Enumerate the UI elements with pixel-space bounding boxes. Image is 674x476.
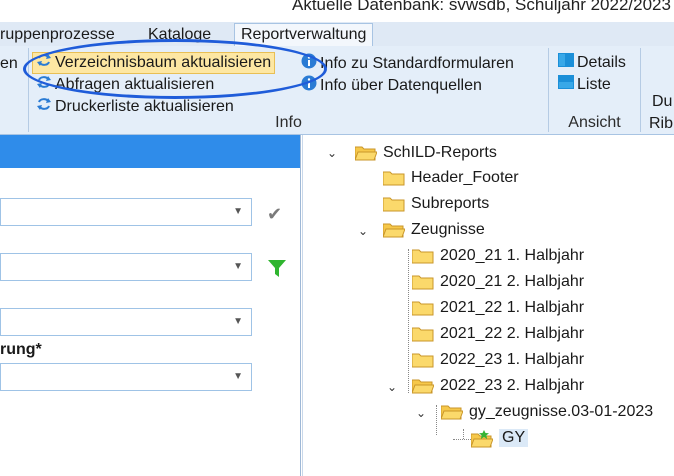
chevron-down-icon: ▼ xyxy=(233,261,243,272)
folder-icon xyxy=(412,326,434,342)
info-standard-forms-label: Info zu Standardformularen xyxy=(320,55,514,72)
refresh-queries-label: Abfragen aktualisieren xyxy=(55,76,215,93)
open-folder-star-icon xyxy=(471,430,493,448)
partial-right-label-1[interactable]: Du xyxy=(652,92,672,112)
ribbon-group-partial-right: Du Rib xyxy=(641,48,674,132)
filter-funnel-icon[interactable] xyxy=(268,260,286,283)
tree-connector xyxy=(436,405,437,435)
tree-node-halbjahr[interactable]: 2020_21 1. Halbjahr xyxy=(412,244,584,268)
tree-node-label: 2020_21 2. Halbjahr xyxy=(440,273,585,290)
tree-node-halbjahr[interactable]: 2022_23 1. Halbjahr xyxy=(412,348,584,372)
open-folder-icon xyxy=(441,404,463,420)
list-view-icon xyxy=(558,75,574,95)
tree-node-label: SchILD-Reports xyxy=(383,144,497,161)
filter-combo-3[interactable]: ▼ xyxy=(0,308,252,336)
details-view-label: Details xyxy=(577,54,626,71)
list-view-button[interactable]: Liste xyxy=(558,75,611,95)
open-folder-icon xyxy=(383,222,405,238)
folder-icon xyxy=(412,248,434,264)
tree-node-halbjahr[interactable]: 2022_23 2. Halbjahr xyxy=(412,374,584,398)
tree-node-label: 2021_22 2. Halbjahr xyxy=(440,325,585,342)
tab-kataloge[interactable]: Kataloge xyxy=(148,24,211,45)
chevron-down-icon: ▼ xyxy=(233,316,243,327)
folder-icon xyxy=(383,170,405,186)
ribbon-group-partial-left: en xyxy=(0,48,29,132)
tree-node-label: 2022_23 1. Halbjahr xyxy=(440,351,585,368)
folder-icon xyxy=(412,274,434,290)
chevron-down-icon[interactable]: ⌄ xyxy=(358,224,372,238)
info-data-sources-button[interactable]: Info über Datenquellen xyxy=(301,75,482,97)
info-group-label: Info xyxy=(275,114,302,131)
chevron-down-icon[interactable]: ⌄ xyxy=(387,380,401,394)
refresh-directory-tree-label: Verzeichnisbaum aktualisieren xyxy=(55,54,272,71)
tab-reportverwaltung[interactable]: Reportverwaltung xyxy=(234,23,374,47)
info-standard-forms-button[interactable]: Info zu Standardformularen xyxy=(301,53,514,75)
tree-node-label: Zeugnisse xyxy=(411,221,485,238)
tree-node-label: GY xyxy=(499,429,529,447)
tree-node-schild-reports[interactable]: SchILD-Reports xyxy=(355,141,497,165)
title-bar: Aktuelle Datenbank: svwsdb, Schuljahr 20… xyxy=(0,0,674,22)
tree-connector xyxy=(463,429,464,439)
ribbon-tab-row: ruppenprozesse Kataloge Reportverwaltung xyxy=(0,22,674,47)
refresh-queries-button[interactable]: Abfragen aktualisieren xyxy=(36,75,214,95)
partial-right-label-2: Rib xyxy=(649,115,674,132)
view-group-label: Ansicht xyxy=(568,114,621,131)
checkmark-icon[interactable]: ✔ xyxy=(267,204,282,225)
folder-icon xyxy=(412,352,434,368)
tree-node-halbjahr[interactable]: 2021_22 1. Halbjahr xyxy=(412,296,584,320)
chevron-down-icon: ▼ xyxy=(233,206,243,217)
info-icon xyxy=(301,75,317,97)
tree-node-label: 2022_23 2. Halbjahr xyxy=(440,377,585,394)
ribbon-group-view: Details Liste Ansicht xyxy=(549,48,641,132)
tree-node-halbjahr[interactable]: 2020_21 2. Halbjahr xyxy=(412,270,584,294)
chevron-down-icon: ▼ xyxy=(233,371,243,382)
tree-node-label: Header_Footer xyxy=(411,169,519,186)
folder-icon xyxy=(383,196,405,212)
left-panel: ▼ ✔ ▼ ▼ rung* ▼ xyxy=(0,135,301,476)
open-folder-icon xyxy=(355,145,377,161)
tree-node-zeugnisse[interactable]: Zeugnisse xyxy=(383,218,485,242)
tree-connector xyxy=(453,439,471,440)
field-label-partial: rung* xyxy=(0,341,42,358)
database-status: Aktuelle Datenbank: svwsdb, Schuljahr 20… xyxy=(292,0,671,14)
tab-gruppenprozesse[interactable]: ruppenprozesse xyxy=(0,24,115,45)
partial-left-button[interactable]: en xyxy=(0,54,18,74)
tree-node-label: 2020_21 1. Halbjahr xyxy=(440,247,585,264)
report-tree-panel: ⌄ SchILD-Reports Header_Footer Subreport… xyxy=(302,135,674,476)
tree-node-label: 2021_22 1. Halbjahr xyxy=(440,299,585,316)
tree-node-label: gy_zeugnisse.03-01-2023 xyxy=(469,403,654,420)
filter-combo-1[interactable]: ▼ xyxy=(0,198,252,226)
details-view-button[interactable]: Details xyxy=(558,53,626,73)
left-panel-header xyxy=(0,135,300,168)
list-view-label: Liste xyxy=(577,76,611,93)
ribbon-group-info: Verzeichnisbaum aktualisieren Abfragen a… xyxy=(29,48,549,132)
tree-node-label: Subreports xyxy=(411,195,490,212)
tree-connector xyxy=(408,249,409,393)
filter-combo-2[interactable]: ▼ xyxy=(0,253,252,281)
details-view-icon xyxy=(558,53,574,73)
refresh-icon xyxy=(36,75,52,95)
tree-node-subreports[interactable]: Subreports xyxy=(383,192,489,216)
open-folder-icon xyxy=(412,378,434,394)
info-icon xyxy=(301,53,317,75)
chevron-down-icon[interactable]: ⌄ xyxy=(416,406,430,420)
info-data-sources-label: Info über Datenquellen xyxy=(320,77,482,94)
tree-node-halbjahr[interactable]: 2021_22 2. Halbjahr xyxy=(412,322,584,346)
folder-icon xyxy=(412,300,434,316)
ribbon: en Verzeichnisbaum aktualisieren Abfrage… xyxy=(0,46,674,135)
filter-combo-4[interactable]: ▼ xyxy=(0,363,252,391)
tree-node-gy-zeugnisse[interactable]: gy_zeugnisse.03-01-2023 xyxy=(441,400,653,424)
tree-node-gy[interactable]: GY xyxy=(471,426,529,450)
refresh-directory-tree-button[interactable]: Verzeichnisbaum aktualisieren xyxy=(32,52,276,74)
refresh-icon xyxy=(36,53,52,73)
chevron-down-icon[interactable]: ⌄ xyxy=(327,146,341,160)
tree-node-header-footer[interactable]: Header_Footer xyxy=(383,166,519,190)
